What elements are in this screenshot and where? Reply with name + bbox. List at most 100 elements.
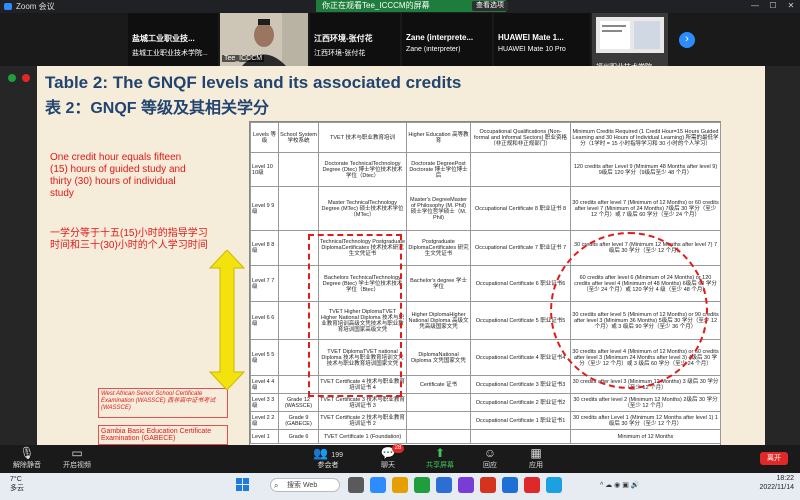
table-cell: Level 4 4级 [250, 375, 279, 394]
apps-button[interactable]: ▦ 应用 [511, 446, 561, 470]
participants-button[interactable]: 👥 199 参会者 [303, 446, 353, 470]
close-icon[interactable]: ✕ [782, 0, 800, 12]
table-cell [406, 393, 471, 412]
weather-temp: 7°C [10, 476, 22, 483]
table-header: Minimum Credits Required (1 Credit Hour=… [570, 122, 721, 153]
share-screen-icon: ⬆ [434, 446, 446, 460]
taskview-icon[interactable] [348, 477, 364, 493]
table-cell: Higher DiplomaHigher National Diploma 高级… [406, 301, 471, 340]
table-cell: Occupational Certificate 2 职业证书2 [470, 393, 571, 412]
participant-tile[interactable]: 福州职业技术学院... [592, 13, 668, 71]
participant-label: HUAWEI Mate 10 Pro [498, 46, 566, 53]
clock-time: 18:22 [776, 475, 794, 482]
participants-icon: 👥 199 [313, 446, 343, 460]
table-cell: Level 3 3级 [250, 393, 279, 412]
table-cell: Level 7 7级 [250, 265, 279, 302]
slide-title-chinese: 表 2：GNQF 等级及其相关学分 [45, 100, 270, 117]
zoom-app-icon[interactable] [370, 477, 386, 493]
wassce-callout: West African Senior School Certificate E… [98, 388, 228, 418]
participant-name: 江西环境-张付花 [314, 34, 373, 43]
participant-name: Zane (interprete... [406, 33, 474, 42]
microphone-muted-icon: 🎙 [19, 446, 35, 460]
browser-icon[interactable] [546, 477, 562, 493]
weather-condition: 多云 [10, 485, 24, 492]
share-banner-text: 你正在观看Tee_ICCCM的屏幕 [322, 1, 430, 10]
smiley-icon: ☺ [483, 446, 497, 460]
wps-icon[interactable] [480, 477, 496, 493]
wechat-icon[interactable] [414, 477, 430, 493]
participant-tile[interactable]: 盐城工业职业技... 盐城工业职业技术学院... [128, 13, 218, 66]
tvet-highlight-annotation [308, 234, 402, 397]
participants-count: 199 [331, 452, 343, 459]
participant-tile[interactable]: HUAWEI Mate 1... HUAWEI Mate 10 Pro [494, 13, 590, 66]
taskbar-search[interactable]: 搜索 Web [270, 478, 340, 492]
participant-label: 盐城工业职业技术学院... [132, 50, 208, 57]
table-cell: Grade 9 (GABECE) [278, 411, 319, 430]
windows-start-icon[interactable] [236, 478, 250, 492]
video-off-icon: ▭ [71, 446, 83, 460]
pdf-icon[interactable] [524, 477, 540, 493]
participant-tile[interactable]: 江西环境-张付花 江西环境-张付花 [310, 13, 400, 66]
table-cell: 30 credits after Level 1 (Minimum 12 Mon… [570, 411, 721, 430]
table-cell: Master TechnicalTechnology Degree (MTec)… [318, 186, 407, 231]
participants-label: 参会者 [317, 462, 339, 469]
participant-tile[interactable]: Zane (interprete... Zane (interpreter) [402, 13, 492, 66]
app-icon[interactable] [458, 477, 474, 493]
chat-icon: 💬 [380, 446, 396, 460]
clock-date: 2022/11/14 [759, 484, 794, 491]
unmute-button[interactable]: 🎙 解除静音 [2, 446, 52, 470]
chat-unread-badge: 28 [392, 444, 404, 453]
start-video-button[interactable]: ▭ 开启视频 [52, 446, 102, 470]
table-cell: Occupational Certificate 1 职业证书1 [470, 411, 571, 430]
table-cell: DiplomaNational Diploma 文凭国家文凭 [406, 339, 471, 376]
table-cell: 120 credits after Level 9 (Minimum 48 Mo… [570, 152, 721, 187]
table-cell: Bachelor's degree 学士学位 [406, 265, 471, 302]
window-title: Zoom 会议 [16, 2, 55, 11]
file-explorer-icon[interactable] [392, 477, 408, 493]
table-row: Level 10 10级 Doctorate TechnicalTechnolo… [250, 152, 721, 187]
table-cell: Certificate 证书 [406, 375, 471, 394]
table-cell: Doctorate DegreePost Doctorate 博士学位博士后 [406, 152, 471, 187]
edge-icon[interactable] [436, 477, 452, 493]
slide-title-english: Table 2: The GNQF levels and its associa… [45, 73, 462, 92]
system-tray-icons[interactable]: ^ ☁ ◉ ▣ 🔊 [600, 481, 640, 489]
next-page-icon[interactable]: › [679, 32, 695, 48]
table-cell [470, 429, 571, 444]
chat-button[interactable]: 💬 聊天 [363, 446, 413, 470]
participant-label: Zane (interpreter) [406, 46, 461, 53]
table-header: Higher Education 高等教育 [406, 122, 471, 153]
credit-note-chinese: 一学分等于十五(15)小时的指导学习时间和三十(30)小时的个人学习时间 [50, 228, 208, 251]
participant-name: 盐城工业职业技... [132, 34, 195, 43]
participant-name: HUAWEI Mate 1... [498, 33, 564, 42]
maximize-icon[interactable]: ☐ [764, 0, 782, 12]
table-cell: Level 10 10级 [250, 152, 279, 187]
table-row: Level 9 9级 Master TechnicalTechnology De… [250, 186, 721, 231]
credit-note-english: One credit hour equals fifteen (15) hour… [50, 152, 186, 199]
participant-video[interactable]: Tee_ICCCM [220, 13, 308, 66]
table-header: Levels 等级 [250, 122, 279, 153]
table-cell: 30 credits after level 2 (Minimum 12 Mon… [570, 393, 721, 412]
video-label: 开启视频 [63, 462, 91, 469]
reactions-label: 回应 [483, 462, 497, 469]
shield-icon [8, 74, 16, 82]
table-cell: Level 9 9级 [250, 186, 279, 231]
table-cell: TVET Certificate 1 (Foundation) [318, 429, 407, 444]
view-options-button[interactable]: 查看选项 [472, 1, 508, 11]
reactions-button[interactable]: ☺ 回应 [465, 446, 515, 470]
leave-button[interactable]: 离开 [760, 452, 788, 465]
table-cell [278, 152, 319, 187]
taskbar-clock[interactable]: 18:22 2022/11/14 [738, 474, 794, 492]
share-screen-button[interactable]: ⬆ 共享屏幕 [415, 446, 465, 470]
minimize-icon[interactable]: — [746, 0, 764, 12]
unmute-label: 解除静音 [13, 462, 41, 469]
table-cell: 30 credits after level 7 (Minimum of 12 … [570, 186, 721, 231]
table-header: School System 学校系统 [278, 122, 319, 153]
table-cell: Doctorate TechnicalTechnology Degree (Dt… [318, 152, 407, 187]
table-cell: Level 2 2级 [250, 411, 279, 430]
table-header-row: Levels 等级 School System 学校系统 TVET 技术与职业教… [250, 122, 721, 153]
shared-screen-thumbnail [596, 17, 664, 53]
table-cell: Master's DegreeMaster of Philosophy (M. … [406, 186, 471, 231]
word-icon[interactable] [502, 477, 518, 493]
weather-widget[interactable]: 7°C 多云 [10, 476, 24, 493]
gabece-callout: Gambia Basic Education Certificate Exami… [98, 425, 228, 445]
